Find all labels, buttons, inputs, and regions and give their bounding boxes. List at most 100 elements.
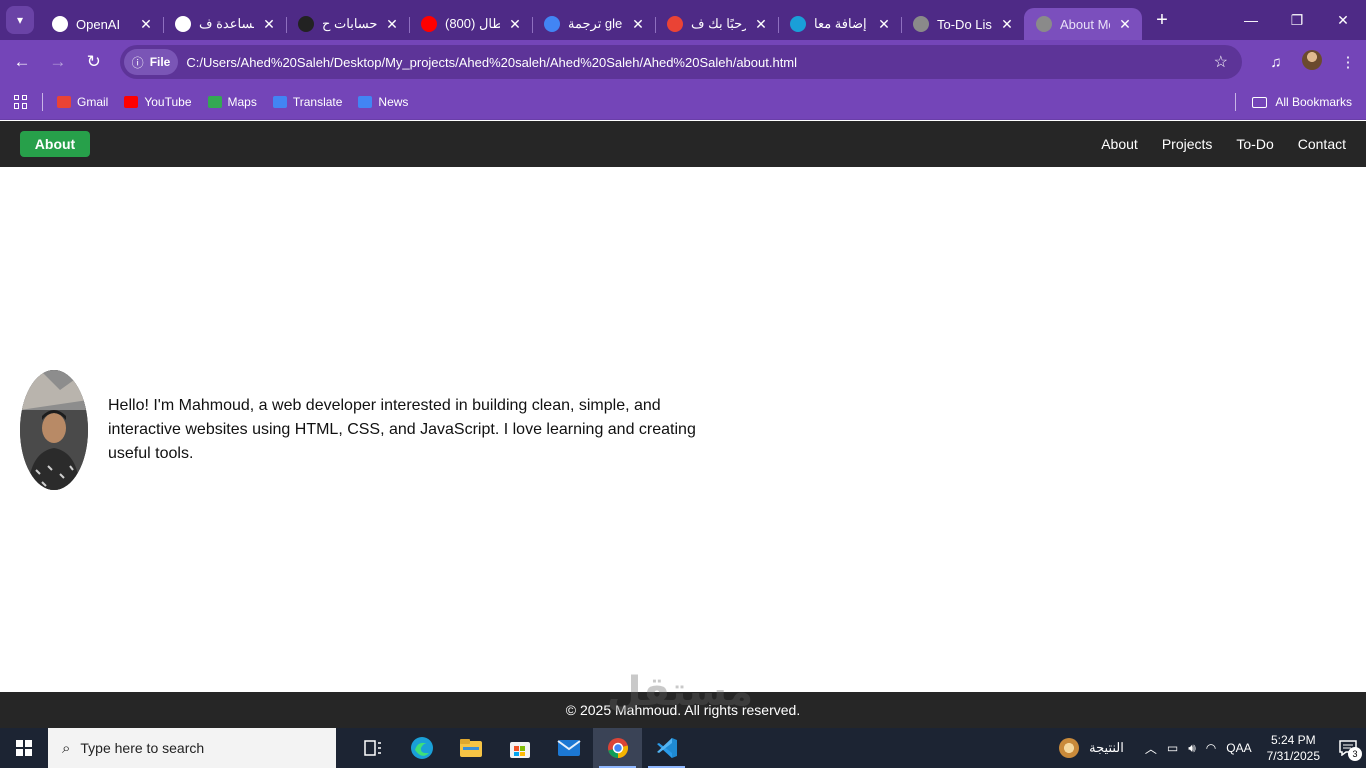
store-app-button[interactable] — [495, 728, 544, 768]
bookmarks-separator — [42, 92, 43, 111]
browser-tab[interactable]: مساعدة ف ✕ — [163, 8, 287, 40]
tab-label: OpenAI — [76, 16, 121, 32]
translate-icon — [544, 16, 560, 32]
edge-app-button[interactable] — [397, 728, 446, 768]
tab-label: (800) طال — [445, 16, 500, 31]
brand-button[interactable]: About — [20, 131, 90, 157]
browser-tab[interactable]: OpenAI ✕ — [40, 8, 164, 40]
browser-tab[interactable]: (800) طال ✕ — [409, 8, 533, 40]
profile-avatar — [1302, 50, 1323, 70]
browser-tab[interactable]: To-Do List ✕ — [901, 8, 1025, 40]
all-bookmarks-button[interactable]: All Bookmarks — [1235, 84, 1352, 120]
close-tab-icon[interactable]: ✕ — [506, 16, 524, 33]
copyright-text: © 2025 Mahmoud. All rights reserved. — [565, 702, 801, 718]
task-view-icon — [363, 740, 381, 756]
tab-label: About Me — [1060, 16, 1110, 32]
tab-label: حسابات ح — [322, 16, 377, 31]
chrome-app-button[interactable] — [593, 728, 642, 768]
tab-search-button[interactable]: ▾ — [6, 6, 34, 34]
address-bar[interactable]: ⓘ File C:/Users/Ahed%20Saleh/Desktop/My_p… — [119, 45, 1243, 79]
bookmark-youtube[interactable]: YouTube — [124, 95, 192, 109]
close-tab-icon[interactable]: ✕ — [260, 16, 278, 33]
forward-button[interactable]: → — [40, 44, 76, 80]
menu-kebab-icon[interactable]: ⋮ — [1330, 53, 1366, 71]
tab-label: To-Do List — [937, 16, 992, 32]
circle-icon — [790, 16, 806, 32]
bookmark-star-icon[interactable]: ☆ — [1214, 52, 1228, 72]
bookmark-translate[interactable]: Translate — [272, 94, 343, 109]
bookmark-list: Gmail YouTube Maps Translate News — [57, 95, 424, 109]
maps-icon — [207, 95, 222, 108]
tab-label: إضافة معا — [814, 16, 867, 31]
taskbar-search[interactable]: ⌕ Type here to search — [48, 728, 336, 768]
browser-tab[interactable]: ترجمة gle ✕ — [532, 8, 656, 40]
battery-icon[interactable]: ▭ — [1167, 741, 1178, 755]
reload-button[interactable]: ↻ — [76, 44, 112, 80]
close-tab-icon[interactable]: ✕ — [629, 16, 647, 33]
chevron-up-icon[interactable]: ︿ — [1145, 740, 1157, 757]
clock[interactable]: 5:24 PM 7/31/2025 — [1267, 732, 1320, 764]
notification-center-button[interactable]: 3 — [1330, 728, 1366, 768]
bookmark-label: Gmail — [77, 94, 109, 109]
bookmark-label: Translate — [292, 94, 343, 109]
weather-icon[interactable] — [1059, 738, 1080, 758]
bookmark-gmail[interactable]: Gmail — [57, 95, 108, 109]
site-info-chip[interactable]: ⓘ File — [123, 49, 179, 75]
browser-tab[interactable]: حسابات ح ✕ — [286, 8, 410, 40]
language-indicator[interactable]: QAA — [1226, 741, 1251, 755]
url-text[interactable]: C:/Users/Ahed%20Saleh/Desktop/My_project… — [186, 55, 1213, 70]
site-footer: © 2025 Mahmoud. All rights reserved. — [0, 692, 1366, 728]
person-photo-icon — [20, 370, 88, 490]
youtube-icon — [124, 95, 139, 108]
close-tab-icon[interactable]: ✕ — [383, 16, 401, 33]
volume-icon[interactable]: 🔊︎ — [1188, 741, 1196, 756]
minimize-button[interactable]: — — [1228, 0, 1274, 40]
gmail-icon — [667, 16, 683, 32]
close-tab-icon[interactable]: ✕ — [998, 16, 1016, 33]
chevron-down-icon: ▾ — [16, 13, 24, 27]
close-tab-icon[interactable]: ✕ — [875, 16, 893, 33]
close-tab-icon[interactable]: ✕ — [137, 16, 155, 33]
edge-icon — [410, 737, 433, 759]
browser-tab[interactable]: مرحبًا بك ف ✕ — [655, 8, 779, 40]
store-icon — [509, 742, 530, 758]
bookmark-maps[interactable]: Maps — [207, 95, 257, 109]
toolbar-actions: ♫ ⋮ — [1258, 50, 1366, 74]
notification-badge: 3 — [1348, 747, 1362, 761]
start-button[interactable] — [0, 728, 48, 768]
search-icon: ⌕ — [62, 739, 71, 757]
close-tab-icon[interactable]: ✕ — [1116, 16, 1134, 33]
browser-tab[interactable]: إضافة معا ✕ — [778, 8, 902, 40]
globe-icon — [913, 16, 929, 32]
folder-icon — [1252, 96, 1268, 108]
apps-grid-icon[interactable] — [14, 94, 28, 109]
nav-link-about[interactable]: About — [1101, 136, 1138, 152]
bookmark-news[interactable]: News — [358, 95, 408, 109]
profile-button[interactable] — [1294, 50, 1330, 74]
bookmarks-separator — [1235, 93, 1237, 111]
close-window-button[interactable]: ✕ — [1320, 0, 1366, 40]
openai-icon — [175, 16, 191, 32]
bookmark-label: News — [378, 94, 409, 109]
back-button[interactable]: ← — [4, 44, 40, 80]
windows-logo-icon — [16, 740, 32, 756]
weather-label[interactable]: النتيجة — [1089, 740, 1124, 756]
globe-icon — [1036, 16, 1052, 32]
tab-list: OpenAI ✕ مساعدة ف ✕ حسابات ح ✕ (800) طال ✕ ترجمة… — [40, 0, 1142, 40]
restore-button[interactable]: ❐ — [1274, 0, 1320, 40]
nav-link-contact[interactable]: Contact — [1298, 136, 1346, 152]
vscode-app-button[interactable] — [642, 728, 691, 768]
media-control-icon[interactable]: ♫ — [1258, 54, 1294, 71]
nav-link-projects[interactable]: Projects — [1162, 136, 1213, 152]
close-tab-icon[interactable]: ✕ — [752, 16, 770, 33]
new-tab-button[interactable]: + — [1146, 9, 1178, 32]
browser-tab[interactable]: About Me ✕ — [1024, 8, 1142, 40]
wifi-icon[interactable]: ◠ — [1206, 741, 1216, 755]
mail-icon — [556, 740, 581, 756]
file-explorer-button[interactable] — [446, 728, 495, 768]
task-view-button[interactable] — [348, 728, 397, 768]
nav-link-todo[interactable]: To-Do — [1236, 136, 1273, 152]
chrome-icon — [607, 738, 628, 758]
mail-app-button[interactable] — [544, 728, 593, 768]
youtube-icon — [421, 16, 437, 32]
